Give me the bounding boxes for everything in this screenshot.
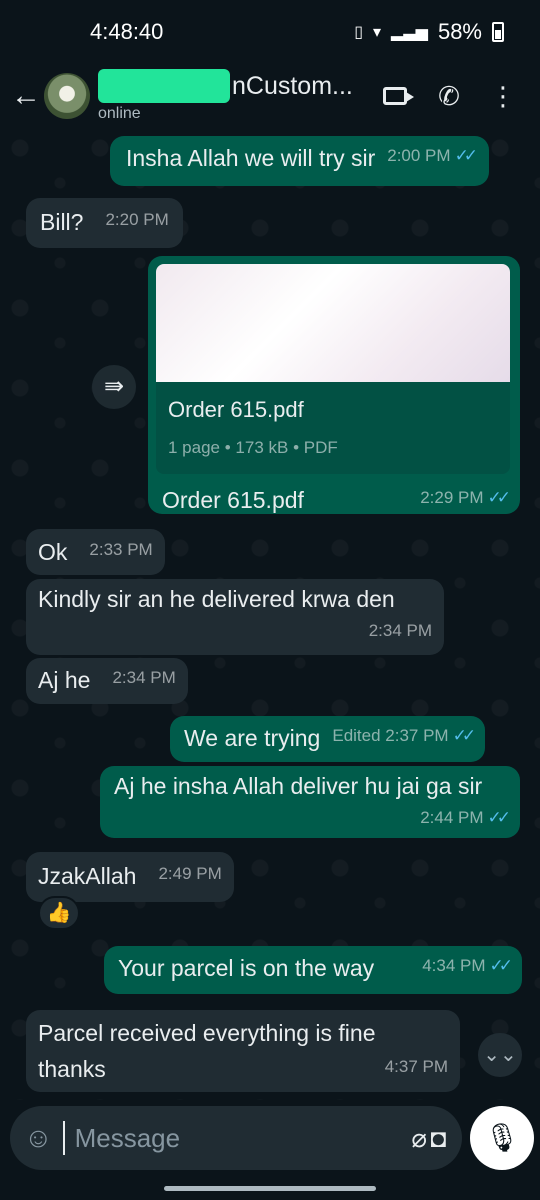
paperclip-icon[interactable]: ⌀ bbox=[410, 1123, 429, 1154]
message-time: 2:44 PM bbox=[420, 808, 484, 827]
message-time: 2:34 PM bbox=[112, 668, 176, 687]
message-text: Your parcel is on the way bbox=[118, 955, 375, 981]
gesture-nav-handle[interactable] bbox=[164, 1186, 376, 1191]
sticker-icon[interactable]: ☺ bbox=[24, 1122, 53, 1154]
message-time: 2:34 PM bbox=[368, 621, 432, 640]
chat-header: ← n Custom... online ✆ ⋮ bbox=[0, 64, 540, 128]
message-text: We are trying bbox=[184, 725, 321, 751]
double-check-icon: ✓✓ bbox=[454, 146, 478, 165]
message-text: Aj he insha Allah deliver hu jai ga sir bbox=[114, 773, 483, 799]
vibrate-icon: ▯ bbox=[354, 24, 363, 41]
message-bubble[interactable]: Your parcel is on the way 4:34 PM ✓✓ bbox=[104, 946, 522, 994]
contact-name-prefix: n bbox=[232, 71, 246, 100]
document-details: 1 page • 173 kB • PDF bbox=[168, 438, 338, 457]
message-bubble[interactable]: Parcel received everything is fine thank… bbox=[26, 1010, 460, 1092]
double-check-icon: ✓✓ bbox=[489, 956, 513, 975]
mic-icon[interactable]: 🎙 bbox=[470, 1106, 534, 1170]
message-time: 4:37 PM bbox=[384, 1057, 448, 1076]
double-check-icon: ✓✓ bbox=[452, 726, 476, 745]
message-text: Ok bbox=[38, 539, 68, 565]
message-bubble[interactable]: Aj he insha Allah deliver hu jai ga sir … bbox=[100, 766, 520, 838]
avatar[interactable] bbox=[44, 73, 90, 119]
message-composer: ☺ ⌀ ◘ bbox=[10, 1106, 462, 1170]
message-bubble[interactable]: Kindly sir an he delivered krwa den 2:34… bbox=[26, 579, 444, 655]
message-text: Insha Allah we will try sir bbox=[126, 145, 376, 171]
contact-name-text: Custom... bbox=[245, 71, 353, 100]
document-name: Order 615.pdf bbox=[168, 397, 304, 422]
redaction-mark bbox=[98, 69, 230, 103]
message-time: 4:34 PM bbox=[422, 956, 486, 975]
message-text: Aj he bbox=[38, 667, 91, 693]
camera-icon[interactable]: ◘ bbox=[429, 1123, 448, 1154]
message-bubble[interactable]: Insha Allah we will try sir 2:00 PM ✓✓ bbox=[110, 136, 490, 186]
status-icons: ▯ ▾ ▂▃▅ 58% bbox=[354, 19, 504, 45]
contact-status: online bbox=[98, 105, 141, 122]
document-message[interactable]: Order 615.pdf 1 page • 173 kB • PDF Orde… bbox=[148, 256, 520, 514]
message-input[interactable] bbox=[62, 1121, 410, 1155]
phone-icon[interactable]: ✆ bbox=[422, 81, 476, 112]
message-time: 2:00 PM bbox=[387, 146, 451, 165]
message-time: 2:29 PM bbox=[420, 488, 484, 507]
battery-percent: 58% bbox=[437, 19, 482, 44]
double-check-icon: ✓✓ bbox=[487, 488, 511, 507]
message-text-line-1: Parcel received everything is fine bbox=[38, 1020, 376, 1046]
message-bubble[interactable]: JzakAllah 2:49 PM bbox=[26, 852, 234, 902]
message-text-line-2: thanks bbox=[38, 1056, 106, 1082]
contact-info[interactable]: n Custom... online bbox=[98, 69, 368, 123]
reaction-badge[interactable]: 👍 bbox=[38, 896, 80, 930]
double-check-icon: ✓✓ bbox=[487, 808, 511, 827]
document-caption: Order 615.pdf bbox=[162, 487, 304, 513]
forward-icon[interactable]: ⇛ bbox=[92, 365, 136, 409]
contact-name: n Custom... bbox=[98, 69, 368, 103]
arrow-left-icon[interactable]: ← bbox=[10, 79, 42, 113]
message-text: Bill? bbox=[40, 209, 84, 235]
signal-icon: ▂▃▅ bbox=[391, 24, 428, 41]
status-time: 4:48:40 bbox=[90, 19, 164, 44]
message-bubble[interactable]: Aj he 2:34 PM bbox=[26, 658, 188, 704]
message-bubble[interactable]: We are trying Edited 2:37 PM ✓✓ bbox=[170, 716, 486, 762]
document-info[interactable]: Order 615.pdf 1 page • 173 kB • PDF bbox=[156, 382, 510, 474]
document-preview[interactable] bbox=[156, 264, 510, 382]
message-time: Edited 2:37 PM bbox=[332, 726, 449, 745]
video-call-icon[interactable] bbox=[368, 81, 422, 112]
message-bubble[interactable]: Bill? 2:20 PM bbox=[26, 198, 183, 248]
message-time: 2:33 PM bbox=[89, 540, 153, 559]
wifi-icon: ▾ bbox=[373, 24, 382, 41]
battery-icon bbox=[492, 22, 504, 42]
chat-area[interactable]: Insha Allah we will try sir 2:00 PM ✓✓ Bi… bbox=[0, 128, 540, 1100]
message-text: Kindly sir an he delivered krwa den bbox=[38, 586, 395, 612]
message-bubble[interactable]: Ok 2:33 PM bbox=[26, 529, 165, 575]
message-time: 2:49 PM bbox=[158, 864, 222, 883]
chevrons-down-icon[interactable]: ⌄⌄ bbox=[478, 1033, 522, 1077]
message-time: 2:20 PM bbox=[105, 210, 169, 229]
status-bar: 4:48:40 ▯ ▾ ▂▃▅ 58% bbox=[0, 0, 540, 64]
more-vert-icon[interactable]: ⋮ bbox=[476, 81, 530, 112]
message-text: JzakAllah bbox=[38, 863, 137, 889]
